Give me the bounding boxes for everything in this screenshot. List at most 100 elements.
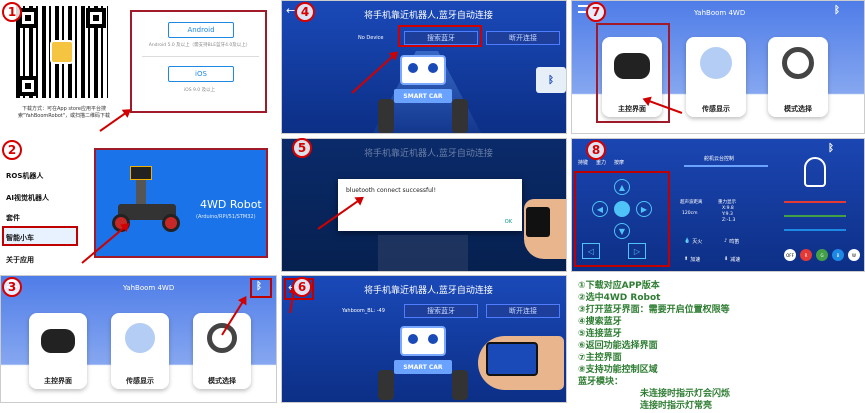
qr-code xyxy=(16,6,108,98)
card-sensor[interactable]: 传感显示 xyxy=(111,313,169,389)
dialog-ok-button[interactable]: OK xyxy=(505,219,512,225)
panel-control: 持键 重力 按摩 舵机云台控制 ▲ ◀ ▶ ▼ ◁ ▷ 超声波距离 120cm … xyxy=(571,138,865,272)
dpad-left[interactable]: ◀ xyxy=(592,201,608,217)
divider xyxy=(142,56,259,57)
product-subtitle: (Arduino/RPI/51/STM32) xyxy=(196,214,256,220)
steps-list: ①下载对应APP版本 ②选中4WD Robot ③打开蓝牙界面：需要开启位置权限… xyxy=(578,280,858,412)
product-card-4wd[interactable]: 4WD Robot (Arduino/RPI/51/STM32) xyxy=(94,148,268,258)
slider-blue[interactable] xyxy=(784,229,846,231)
color-b[interactable]: B xyxy=(832,249,844,261)
app-title-7: YahBoom 4WD xyxy=(694,9,746,17)
search-bluetooth-button-6[interactable]: 搜索蓝牙 xyxy=(404,304,478,318)
mode-massage[interactable]: 按摩 xyxy=(614,159,624,166)
step-number-8: 8 xyxy=(586,140,606,160)
btn-decel[interactable]: ⬇ 减速 xyxy=(724,253,756,265)
color-g[interactable]: G xyxy=(816,249,828,261)
menu-item-ai[interactable]: AI视觉机器人 xyxy=(6,193,49,203)
app-title: YahBoom 4WD xyxy=(123,284,175,292)
android-button[interactable]: Android xyxy=(168,22,234,38)
btn-horn[interactable]: ♪ 鸣笛 xyxy=(724,235,756,247)
panel-main-control-select: YahBoom 4WD ᛒ 主控界面 传感显示 模式选择 xyxy=(571,0,865,134)
connect-header: 将手机靠近机器人,蓝牙自动连接 xyxy=(364,11,493,21)
servo-slider[interactable] xyxy=(684,165,768,167)
tutorial-canvas: { "panel1": { "android_label": "Android"… xyxy=(0,0,865,413)
dpad-center[interactable] xyxy=(614,201,630,217)
mode-gravity[interactable]: 重力 xyxy=(596,159,606,166)
device-label-6: Yahboom_BL: -49 xyxy=(342,308,385,314)
step-number-6: 6 xyxy=(292,277,312,297)
color-w[interactable]: W xyxy=(848,249,860,261)
connect-dialog: bluetooth connect successful! OK xyxy=(338,179,522,231)
up-icon: ⬆ xyxy=(684,256,689,262)
gravity-x: X:9.8 xyxy=(722,206,734,211)
slider-red[interactable] xyxy=(784,201,846,203)
os-select-area: Android Android 5.0 及以上（需支持BLE蓝牙4.0及以上） … xyxy=(130,10,267,113)
bt-note-2: 连接时指示灯常亮 xyxy=(640,401,713,411)
menu-item-ros[interactable]: ROS机器人 xyxy=(6,171,43,181)
dpad-right[interactable]: ▶ xyxy=(636,201,652,217)
step-8-text: ⑧支持功能控制区域 xyxy=(578,365,658,375)
bluetooth-icon-8[interactable]: ᛒ xyxy=(828,143,834,154)
card-mode-7[interactable]: 模式选择 xyxy=(768,37,828,117)
rotate-right-button[interactable]: ▷ xyxy=(628,243,646,259)
step-6-text: ⑥返回功能选择界面 xyxy=(578,341,658,351)
dpad-up[interactable]: ▲ xyxy=(614,179,630,195)
bluetooth-icon-7[interactable]: ᛒ xyxy=(834,5,840,16)
rotate-left-button[interactable]: ◁ xyxy=(582,243,600,259)
product-title: 4WD Robot xyxy=(200,198,262,211)
card-main-control-7[interactable]: 主控界面 xyxy=(602,37,662,117)
menu-item-kit[interactable]: 套件 xyxy=(6,213,20,223)
robot-illustration-6: SMART CAR xyxy=(378,324,468,402)
robot-illustration: SMART CAR xyxy=(378,53,468,133)
color-r[interactable]: R xyxy=(800,249,812,261)
step-number-4: 4 xyxy=(295,2,315,22)
gravity-label: 重力显示 xyxy=(718,200,736,205)
btn-accel[interactable]: ⬆ 加速 xyxy=(684,253,716,265)
dim-robot xyxy=(378,235,468,271)
step-1-text: ①下载对应APP版本 xyxy=(578,281,660,291)
step-number-5: 5 xyxy=(292,138,312,158)
dpad: ▲ ◀ ▶ ▼ xyxy=(592,179,652,239)
disconnect-button-6[interactable]: 断开连接 xyxy=(486,304,560,318)
step-4-text: ④搜索蓝牙 xyxy=(578,317,622,327)
menu-item-about[interactable]: 关于应用 xyxy=(6,255,34,265)
card-mode[interactable]: 模式选择 xyxy=(193,313,251,389)
connect-header-6: 将手机靠近机器人,蓝牙自动连接 xyxy=(364,286,493,296)
bluetooth-icon[interactable]: ᛒ xyxy=(256,281,262,292)
card-main-control[interactable]: 主控界面 xyxy=(29,313,87,389)
fire-icon: 💧 xyxy=(684,238,691,244)
disconnect-button[interactable]: 断开连接 xyxy=(486,31,560,45)
step-number-1: 1 xyxy=(2,2,22,22)
mode-radios: 持键 重力 按摩 xyxy=(578,159,624,166)
color-buttons: OFF R G B W xyxy=(784,249,860,261)
smart-car-label-6: SMART CAR xyxy=(394,360,452,374)
btn-fire[interactable]: 💧 灭火 xyxy=(684,235,716,247)
panel-bt-connected: 将手机靠近机器人,蓝牙自动连接 bluetooth connect succes… xyxy=(281,138,567,272)
bulb-icon xyxy=(804,157,826,187)
color-off[interactable]: OFF xyxy=(784,249,796,261)
device-label: No Device xyxy=(358,35,384,41)
gravity-z: Z:-1.3 xyxy=(722,218,736,223)
slider-green[interactable] xyxy=(784,215,846,217)
ios-button[interactable]: iOS xyxy=(168,66,234,82)
panel-download: 下载方式：可在App store应用平台搜索"YahBoomRobot"，或扫描… xyxy=(0,0,277,134)
panel-bt-search: ← 将手机靠近机器人,蓝牙自动连接 No Device 搜索蓝牙 断开连接 SM… xyxy=(281,0,567,134)
dpad-down[interactable]: ▼ xyxy=(614,223,630,239)
download-instructions: 下载方式：可在App store应用平台搜索"YahBoomRobot"，或扫描… xyxy=(17,106,111,119)
panel-return: ← 将手机靠近机器人,蓝牙自动连接 Yahboom_BL: -49 搜索蓝牙 断… xyxy=(281,275,567,403)
servo-title: 舵机云台控制 xyxy=(704,156,735,162)
ios-requirement: iOS 9.0 及以上 xyxy=(183,88,216,93)
hand-phone-image xyxy=(524,199,566,259)
down-icon: ⬇ xyxy=(724,256,729,262)
gravity-y: Y:9.3 xyxy=(722,212,733,217)
ultrasonic-label: 超声波距离 xyxy=(680,200,703,205)
connect-header-dim: 将手机靠近机器人,蓝牙自动连接 xyxy=(364,149,493,159)
back-arrow-icon[interactable]: ← xyxy=(286,4,295,17)
smart-car-label: SMART CAR xyxy=(394,89,452,103)
card-sensor-7[interactable]: 传感显示 xyxy=(686,37,746,117)
bt-module-text: 蓝牙模块： xyxy=(578,377,624,387)
step-2-text: ②选中4WD Robot xyxy=(578,293,661,303)
bt-module-photo: ᛒ xyxy=(536,67,566,93)
menu-item-smart-car[interactable]: 智能小车 xyxy=(6,233,34,243)
mode-key[interactable]: 持键 xyxy=(578,159,588,166)
